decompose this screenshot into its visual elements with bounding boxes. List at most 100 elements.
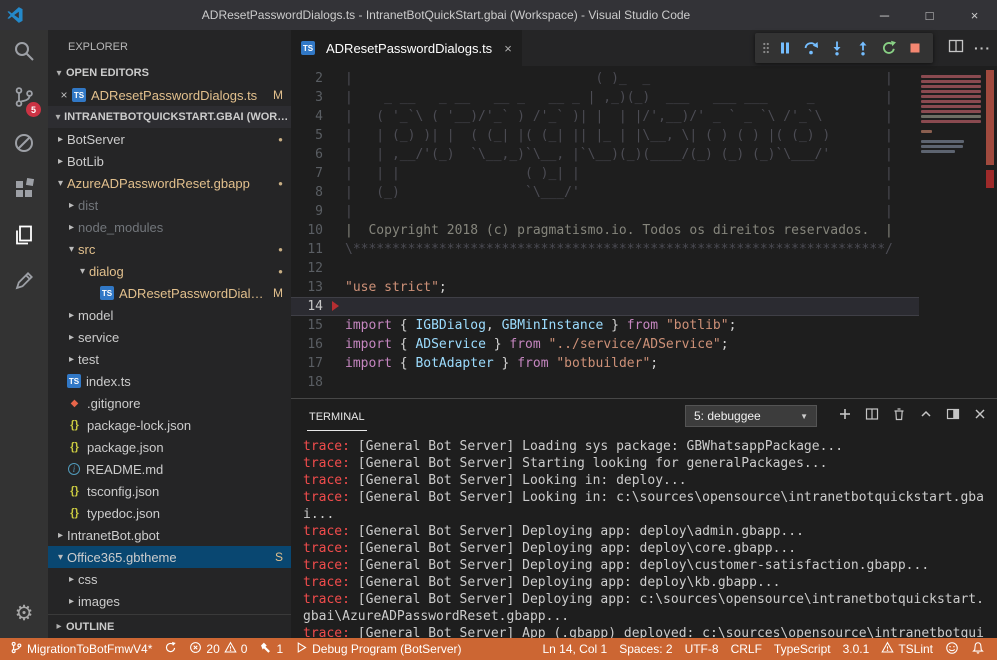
outline-header[interactable]: ▸ OUTLINE xyxy=(48,614,291,638)
line-number[interactable]: 12 xyxy=(291,259,331,278)
cursor-position-status[interactable]: Ln 14, Col 1 xyxy=(536,638,613,660)
tree-item-node-modules[interactable]: ▸node_modules xyxy=(48,216,291,238)
debug-program-status[interactable]: Debug Program (BotServer) xyxy=(289,638,467,660)
terminal-panel: TERMINAL 5: debuggee ▼ xyxy=(291,398,997,638)
files-activity-button[interactable] xyxy=(0,214,48,260)
code-editor[interactable]: 2| ( )_ _ |3| _ __ _ __ __ _ __ _ | ,_)(… xyxy=(291,66,997,398)
problems-status[interactable]: 20 0 xyxy=(183,638,253,660)
notifications-bell-button[interactable] xyxy=(965,638,991,660)
line-number[interactable]: 3 xyxy=(291,88,331,107)
line-number[interactable]: 16 xyxy=(291,335,331,354)
line-number[interactable]: 10 xyxy=(291,221,331,240)
edit-activity-button[interactable] xyxy=(0,260,48,306)
gutter-space xyxy=(331,183,345,202)
maximize-button[interactable]: □ xyxy=(907,0,952,30)
tree-item-test[interactable]: ▸test xyxy=(48,348,291,370)
encoding-status[interactable]: UTF-8 xyxy=(679,638,725,660)
line-number[interactable]: 15 xyxy=(291,316,331,335)
minimap[interactable] xyxy=(919,66,983,398)
tree-item-css[interactable]: ▸css xyxy=(48,568,291,590)
source-control-activity-button[interactable]: 5 xyxy=(0,76,48,122)
line-number[interactable]: 17 xyxy=(291,354,331,373)
tslint-status[interactable]: TSLint xyxy=(875,638,939,660)
line-number[interactable]: 6 xyxy=(291,145,331,164)
terminal-output[interactable]: trace: [General Bot Server] Loading sys … xyxy=(291,433,997,638)
tree-item-src[interactable]: ▾src● xyxy=(48,238,291,260)
maximize-panel-chevron-button[interactable] xyxy=(919,407,933,426)
pause-button[interactable] xyxy=(772,35,798,61)
git-branch-status[interactable]: MigrationToBotFmwV4* xyxy=(4,638,158,660)
tree-item-azureadpasswordreset-gbapp[interactable]: ▾AzureADPasswordReset.gbapp● xyxy=(48,172,291,194)
panel-layout-button[interactable] xyxy=(946,407,960,426)
feedback-smiley-button[interactable] xyxy=(939,638,965,660)
warning-icon xyxy=(881,641,894,657)
tree-item-dist[interactable]: ▸dist xyxy=(48,194,291,216)
stop-button[interactable] xyxy=(902,35,928,61)
line-number[interactable]: 2 xyxy=(291,69,331,88)
search-activity-button[interactable] xyxy=(0,30,48,76)
restart-button[interactable] xyxy=(876,35,902,61)
tree-item-readme-md[interactable]: iREADME.md xyxy=(48,458,291,480)
error-count: 20 xyxy=(206,642,219,656)
split-terminal-button[interactable] xyxy=(865,407,879,426)
split-editor-button[interactable] xyxy=(948,38,964,59)
line-number[interactable]: 11 xyxy=(291,240,331,259)
tree-item-typedoc-json[interactable]: {}typedoc.json xyxy=(48,502,291,524)
close-icon[interactable]: × xyxy=(504,41,512,56)
line-number[interactable]: 14 xyxy=(291,297,331,316)
tab-terminal[interactable]: TERMINAL xyxy=(307,402,367,431)
more-actions-button[interactable]: ··· xyxy=(974,40,991,56)
kill-terminal-trash-button[interactable] xyxy=(892,407,906,426)
version-status[interactable]: 3.0.1 xyxy=(837,638,876,660)
step-into-button[interactable] xyxy=(824,35,850,61)
editor-scrollbar[interactable] xyxy=(983,66,997,398)
error-icon xyxy=(189,641,202,657)
line-number[interactable]: 18 xyxy=(291,373,331,392)
extensions-activity-button[interactable] xyxy=(0,168,48,214)
line-number[interactable]: 9 xyxy=(291,202,331,221)
terminal-select[interactable]: 5: debuggee ▼ xyxy=(685,405,817,427)
tree-item-botserver[interactable]: ▸BotServer● xyxy=(48,128,291,150)
line-number[interactable]: 7 xyxy=(291,164,331,183)
close-panel-button[interactable] xyxy=(973,407,987,426)
step-over-button[interactable] xyxy=(798,35,824,61)
tree-item-index-ts[interactable]: TSindex.ts xyxy=(48,370,291,392)
tree-item-model[interactable]: ▸model xyxy=(48,304,291,326)
tree-item-office365-gbtheme[interactable]: ▾Office365.gbthemeS xyxy=(48,546,291,568)
open-editor-item[interactable]: × TS ADResetPasswordDialogs.ts M xyxy=(48,84,291,106)
line-number[interactable]: 4 xyxy=(291,107,331,126)
language-status[interactable]: TypeScript xyxy=(768,638,837,660)
tree-item-tsconfig-json[interactable]: {}tsconfig.json xyxy=(48,480,291,502)
minimize-button[interactable]: ─ xyxy=(862,0,907,30)
tool-status[interactable]: 1 xyxy=(253,638,289,660)
sync-button[interactable] xyxy=(158,638,183,660)
json-file-icon: {} xyxy=(67,485,82,497)
code-line-2: 2| ( )_ _ | xyxy=(291,69,919,88)
tree-item-package-lock-json[interactable]: {}package-lock.json xyxy=(48,414,291,436)
tree-item-botlib[interactable]: ▸BotLib xyxy=(48,150,291,172)
drag-grip-icon[interactable] xyxy=(760,35,772,61)
tree-item-service[interactable]: ▸service xyxy=(48,326,291,348)
line-number[interactable]: 8 xyxy=(291,183,331,202)
line-number[interactable]: 5 xyxy=(291,126,331,145)
line-number[interactable]: 13 xyxy=(291,278,331,297)
tree-item-gitignore[interactable]: ◆.gitignore xyxy=(48,392,291,414)
tree-item-images[interactable]: ▸images xyxy=(48,590,291,612)
new-terminal-button[interactable] xyxy=(838,407,852,426)
indentation-status[interactable]: Spaces: 2 xyxy=(613,638,678,660)
tree-item-dialog[interactable]: ▾dialog● xyxy=(48,260,291,282)
tree-item-adresetpassworddialogs-ts[interactable]: TSADResetPasswordDialogs.tsM xyxy=(48,282,291,304)
step-out-button[interactable] xyxy=(850,35,876,61)
settings-gear-button[interactable]: ⚙ xyxy=(0,590,48,636)
eol-status[interactable]: CRLF xyxy=(725,638,768,660)
open-editors-header[interactable]: ▾ OPEN EDITORS xyxy=(48,62,291,84)
close-icon[interactable]: × xyxy=(56,88,72,102)
code-line-10: 10| Copyright 2018 (c) pragmatismo.io. T… xyxy=(291,221,919,240)
tree-item-intranetbot-gbot[interactable]: ▸IntranetBot.gbot xyxy=(48,524,291,546)
close-button[interactable]: × xyxy=(952,0,997,30)
tree-item-package-json[interactable]: {}package.json xyxy=(48,436,291,458)
tab-adresetpassworddialogs[interactable]: TS ADResetPasswordDialogs.ts × xyxy=(291,30,522,66)
minimap-line xyxy=(921,100,981,103)
workspace-header[interactable]: ▾ INTRANETBOTQUICKSTART.GBAI (WORKSPACE) xyxy=(48,106,291,128)
debug-activity-button[interactable] xyxy=(0,122,48,168)
